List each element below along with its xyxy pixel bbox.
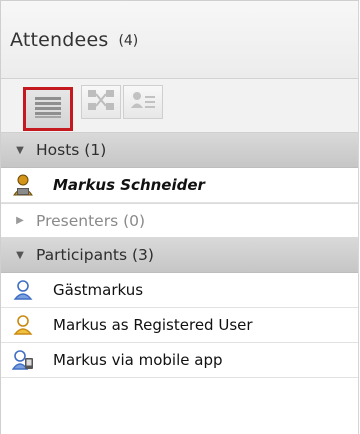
attendee-row-registered[interactable]: Markus as Registered User — [1, 308, 359, 343]
attendee-name: Markus via mobile app — [53, 351, 223, 369]
chevron-down-icon: ▼ — [16, 249, 24, 261]
list-view-icon — [34, 95, 62, 123]
attendee-row-mobile[interactable]: Markus via mobile app — [1, 343, 359, 378]
attendee-count: (4) — [118, 32, 139, 49]
mobile-user-icon — [11, 348, 35, 372]
pod-toolbar — [1, 79, 359, 133]
host-user-icon — [11, 173, 35, 197]
pod-title: Attendees — [10, 28, 109, 51]
participants-section-header[interactable]: ▼ Participants (3) — [1, 238, 359, 273]
attendee-name: Markus as Registered User — [53, 316, 253, 334]
chevron-down-icon: ▼ — [16, 144, 24, 156]
panel-edge — [358, 1, 359, 434]
attendee-row-guest[interactable]: Gästmarkus — [1, 273, 359, 308]
participants-label: Participants (3) — [36, 246, 154, 264]
attendee-row-host[interactable]: Markus Schneider — [1, 168, 359, 203]
presenters-label: Presenters (0) — [36, 211, 146, 230]
attendee-status-button[interactable] — [123, 85, 163, 119]
presenters-section-header[interactable]: ▶ Presenters (0) — [1, 203, 359, 238]
attendees-pod: Attendees (4) ▼ Hosts (1) Markus Schneid… — [0, 0, 359, 434]
breakout-rooms-icon — [88, 90, 114, 114]
guest-user-icon — [11, 278, 35, 302]
chevron-right-icon: ▶ — [16, 215, 24, 226]
hosts-label: Hosts (1) — [36, 141, 107, 159]
breakout-view-button[interactable] — [81, 85, 121, 119]
hosts-section-header[interactable]: ▼ Hosts (1) — [1, 133, 359, 168]
list-view-button[interactable] — [23, 87, 73, 131]
attendee-name: Markus Schneider — [53, 176, 205, 194]
attendee-status-icon — [130, 90, 156, 114]
registered-user-icon — [11, 313, 35, 337]
pod-header: Attendees (4) — [1, 1, 359, 79]
attendee-name: Gästmarkus — [53, 281, 144, 299]
